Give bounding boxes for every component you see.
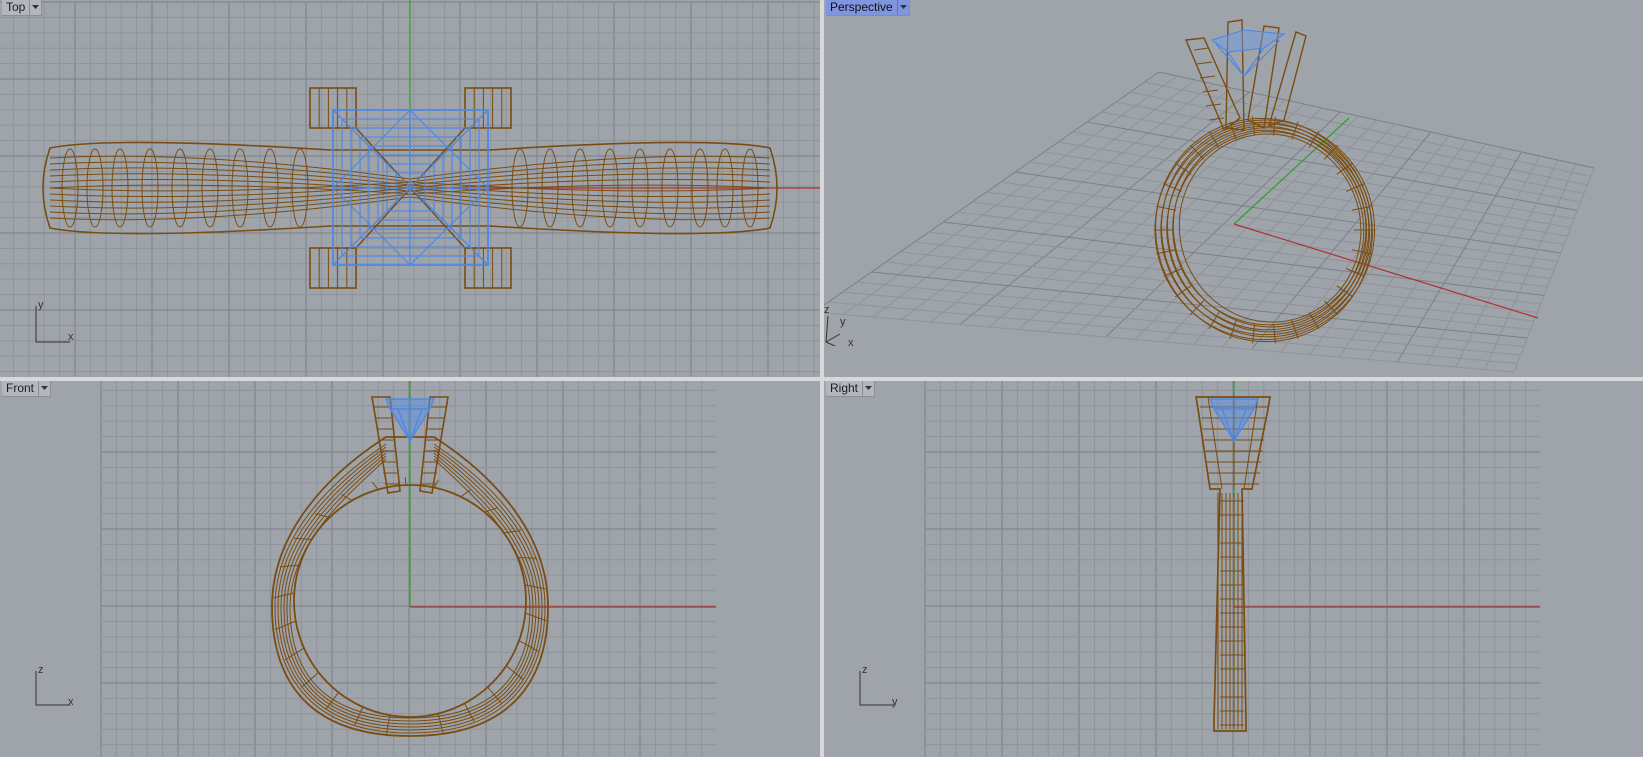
viewport-title-right[interactable]: Right [826, 381, 876, 397]
grid-line [1251, 131, 1432, 350]
grid-line [824, 71, 1160, 306]
viewport-title-text: Right [830, 381, 859, 395]
gem-table [1210, 29, 1286, 53]
band-section [86, 148, 104, 228]
band-ring [1172, 129, 1365, 328]
band-section [437, 713, 444, 734]
band-section [517, 557, 538, 559]
grid-line [1484, 163, 1577, 370]
axis-label-v: z [862, 664, 868, 676]
band-section [273, 592, 295, 599]
grid-line [824, 312, 1515, 373]
caret-down-icon[interactable] [896, 0, 909, 15]
prong-line [1193, 47, 1210, 51]
top-view-canvas[interactable] [0, 0, 820, 377]
grid-line [1396, 151, 1522, 363]
axis-label-x: x [848, 337, 854, 349]
grid-line [957, 211, 1548, 288]
viewport-title-perspective[interactable]: Perspective [826, 0, 910, 16]
caret-down-icon[interactable] [29, 0, 41, 15]
prong-line [1196, 61, 1213, 65]
axis-label-h: x [68, 331, 74, 343]
axis-label-y: y [840, 316, 846, 328]
viewport-top[interactable]: Top y x [0, 0, 820, 377]
grid-line [1367, 147, 1504, 360]
grid-line [928, 231, 1541, 305]
axis-label-z: z [824, 304, 830, 316]
viewport-perspective[interactable]: Perspective z y x [824, 0, 1643, 377]
perspective-view-canvas[interactable] [824, 0, 1643, 377]
caret-down-icon[interactable] [38, 381, 50, 396]
front-view-canvas[interactable] [0, 381, 820, 757]
axis-label-h: x [68, 696, 74, 708]
gem-facet-line [332, 109, 489, 266]
viewport-title-top[interactable]: Top [2, 0, 43, 16]
band-section [111, 148, 129, 228]
grid-line [1513, 167, 1595, 373]
viewport-title-text: Top [6, 0, 26, 14]
band-section [1156, 249, 1177, 255]
axis-label-v: z [38, 664, 44, 676]
band-section [404, 477, 407, 486]
band-ring [1166, 127, 1370, 331]
perspective-grid [824, 71, 1595, 373]
band-section [279, 564, 300, 568]
grid-line [828, 301, 1518, 364]
viewport-right[interactable]: Right z y [824, 381, 1643, 757]
viewport-title-text: Front [6, 381, 35, 395]
band-section [460, 489, 471, 498]
right-view-canvas[interactable] [824, 381, 1643, 757]
band-section [201, 148, 219, 228]
axis-label-h: y [892, 696, 898, 708]
grid-line [900, 251, 1535, 322]
gem-wireframe [332, 109, 489, 266]
band-section [61, 148, 79, 228]
axis-label-v: y [38, 299, 44, 311]
grid-line [914, 241, 1538, 313]
band-section [141, 148, 159, 228]
viewport-title-text: Perspective [830, 0, 893, 14]
caret-down-icon[interactable] [862, 381, 874, 396]
grid-line [1309, 139, 1468, 355]
band-section [171, 148, 189, 228]
grid-line [943, 221, 1545, 296]
viewport-title-front[interactable]: Front [2, 381, 52, 397]
viewport-front[interactable]: Front z x [0, 381, 820, 757]
